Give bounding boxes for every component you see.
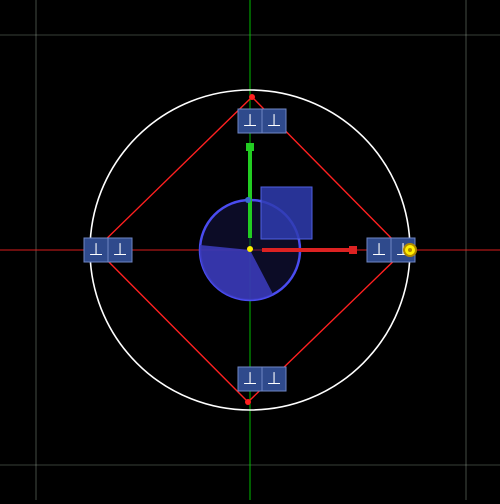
editor-viewport[interactable]: ⊥ ⊥ ⊥ ⊥ ⊥ ⊥ ⊥ ⊥: [0, 0, 500, 500]
move-handle-x-tip[interactable]: [349, 246, 357, 254]
constraint-tag-glyph: ⊥: [372, 240, 387, 260]
constraint-tag-glyph: ⊥: [267, 111, 282, 131]
constraint-tag-glyph: ⊥: [89, 240, 104, 260]
constraint-tag-glyph: ⊥: [243, 111, 258, 131]
snap-target-center: [408, 248, 412, 252]
constraint-tag-left-1[interactable]: ⊥: [83, 237, 109, 263]
constraint-tag-glyph: ⊥: [113, 240, 128, 260]
move-handle-y-tip[interactable]: [246, 143, 254, 151]
constraint-tag-glyph: ⊥: [243, 369, 258, 389]
constraint-tag-top-2[interactable]: ⊥: [261, 108, 287, 134]
polygon-vertex-bottom[interactable]: [245, 399, 251, 405]
viewport-canvas[interactable]: ⊥ ⊥ ⊥ ⊥ ⊥ ⊥ ⊥ ⊥: [0, 0, 500, 500]
constraint-tag-right-1[interactable]: ⊥: [366, 237, 392, 263]
scale-handle-box[interactable]: [260, 186, 313, 240]
axis-junction-dot: [245, 197, 251, 203]
constraint-tag-bottom-1[interactable]: ⊥: [237, 366, 263, 392]
polygon-vertex-top[interactable]: [249, 94, 255, 100]
constraint-tag-glyph: ⊥: [267, 369, 282, 389]
pivot-center[interactable]: [247, 246, 253, 252]
constraint-tag-left-2[interactable]: ⊥: [107, 237, 133, 263]
constraint-tag-top-1[interactable]: ⊥: [237, 108, 263, 134]
constraint-tag-bottom-2[interactable]: ⊥: [261, 366, 287, 392]
